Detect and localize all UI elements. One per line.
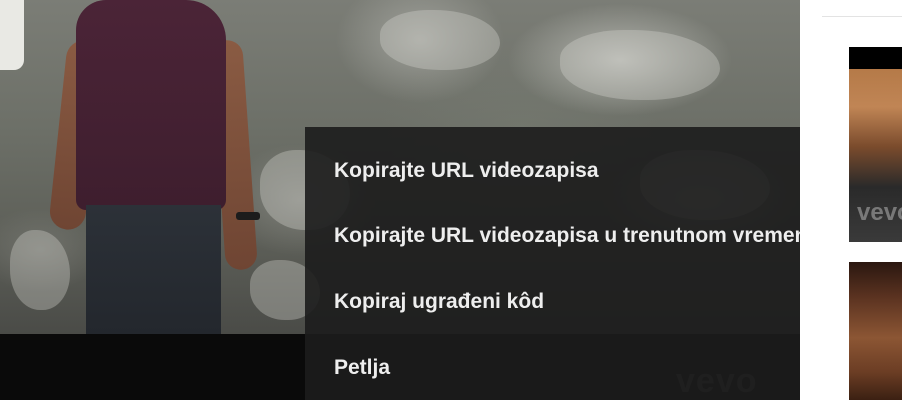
menu-item-label: Kopiraj ugrađeni kôd [334,290,545,313]
menu-item-copy-embed-code[interactable]: Kopiraj ugrađeni kôd [305,269,800,335]
sidebar-divider [822,16,902,17]
menu-item-copy-video-url[interactable]: Kopirajte URL videozapisa [305,139,800,203]
menu-item-label: Petlja [334,356,391,379]
rock-texture [380,10,500,70]
menu-item-loop[interactable]: Petlja [305,335,800,401]
person-pants [86,205,221,334]
sidebar: vevo [800,0,902,400]
thumbnail-vevo-watermark: vevo [857,199,902,226]
video-thumbnail[interactable] [849,262,902,400]
rock-texture [560,30,720,100]
menu-item-copy-video-url-at-time[interactable]: Kopirajte URL videozapisa u trenutnom vr… [305,203,820,269]
person-watch [236,212,260,220]
context-menu: Kopirajte URL videozapisa Kopirajte URL … [305,127,820,401]
menu-item-label: Kopirajte URL videozapisa u trenutnom vr… [334,224,821,247]
menu-item-label: Kopirajte URL videozapisa [334,159,599,182]
video-thumbnail[interactable]: vevo [849,47,902,242]
video-figure-edge [0,0,24,70]
person-shirt [76,0,226,210]
video-person [48,0,260,334]
